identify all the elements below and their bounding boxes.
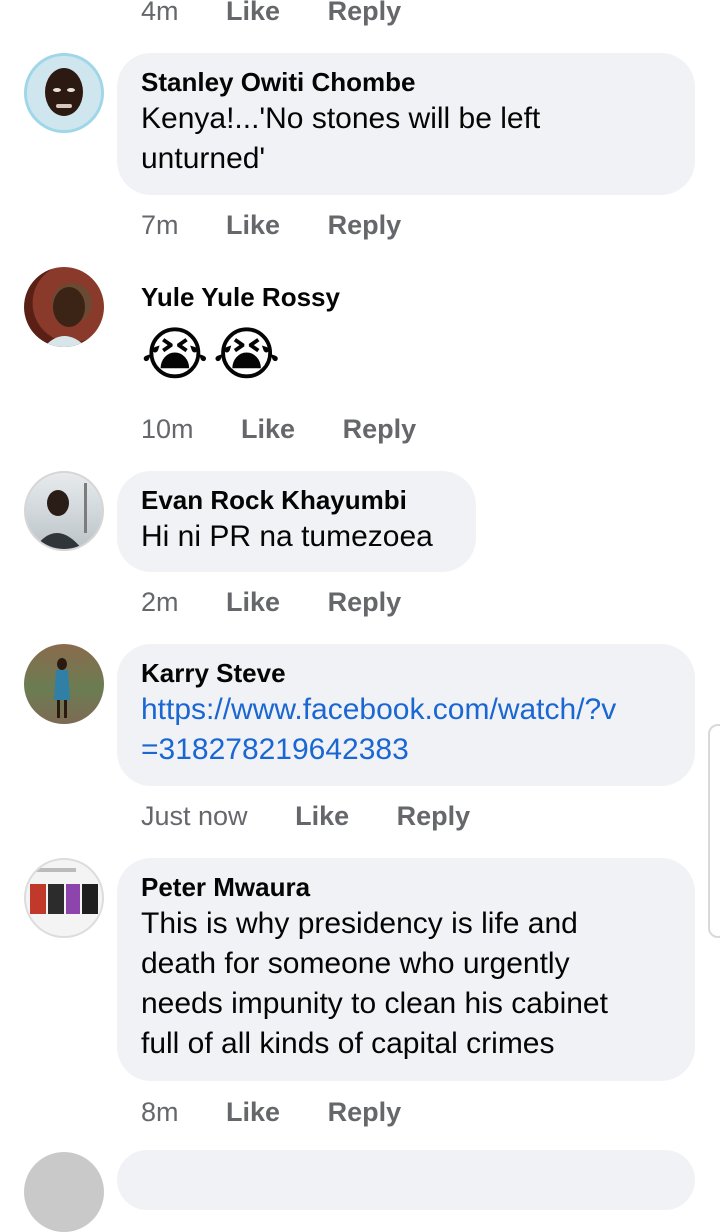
comment-time: 2m: [141, 587, 179, 617]
avatar[interactable]: [24, 471, 104, 551]
reply-button[interactable]: Reply: [343, 412, 417, 446]
reply-button[interactable]: Reply: [328, 0, 402, 28]
collage-photo-icon: [30, 868, 98, 914]
comment-time: 7m: [141, 210, 179, 240]
comment-time: 8m: [141, 1097, 179, 1127]
scrollbar-handle[interactable]: [708, 724, 720, 938]
commenter-name[interactable]: Yule Yule Rossy: [141, 282, 340, 312]
comment-bubble: Peter Mwaura This is why presidency is l…: [117, 858, 695, 1081]
comment-line: unturned': [141, 142, 266, 175]
comment-link[interactable]: https://www.facebook.com/watch/?v =31827…: [141, 690, 671, 770]
person-photo-icon: [45, 68, 83, 116]
commenter-name[interactable]: Peter Mwaura: [141, 872, 671, 902]
comment-bubble: Stanley Owiti Chombe Kenya!...'No stones…: [117, 53, 695, 195]
commenter-name[interactable]: Evan Rock Khayumbi: [141, 485, 452, 515]
like-button[interactable]: Like: [226, 1095, 280, 1129]
comment-line: Kenya!...'No stones will be left: [141, 102, 541, 135]
link-line[interactable]: https://www.facebook.com/watch/?v: [141, 690, 671, 730]
avatar[interactable]: [24, 53, 104, 133]
comment-line: Hi ni PR na tumezoea: [141, 520, 433, 553]
comment-bubble: Karry Steve https://www.facebook.com/wat…: [117, 644, 695, 786]
person-photo-icon: [44, 287, 86, 347]
commenter-name[interactable]: Stanley Owiti Chombe: [141, 67, 671, 97]
person-photo-icon: [54, 658, 70, 718]
comment-actions: Just now Like Reply: [141, 799, 470, 833]
like-button[interactable]: Like: [241, 412, 295, 446]
reply-button[interactable]: Reply: [397, 799, 471, 833]
link-line[interactable]: =318278219642383: [141, 730, 671, 770]
crying-face-emoji: 😭😭: [141, 322, 285, 387]
comment-time: Just now: [141, 801, 248, 831]
comment-bubble: Evan Rock Khayumbi Hi ni PR na tumezoea: [117, 471, 476, 572]
comment-actions: 10m Like Reply: [141, 412, 416, 446]
comment-actions: 8m Like Reply: [141, 1095, 401, 1129]
avatar[interactable]: [24, 1152, 104, 1232]
comment-line: needs impunity to clean his cabinet: [141, 987, 608, 1020]
avatar[interactable]: [24, 858, 104, 938]
comment-actions: 2m Like Reply: [141, 585, 401, 619]
person-photo-icon: [34, 483, 87, 549]
comment-text: This is why presidency is life and death…: [141, 904, 671, 1064]
comment-actions: 4m Like Reply: [141, 0, 401, 28]
avatar[interactable]: [24, 644, 104, 724]
comment-bubble: [117, 1150, 695, 1210]
reply-button[interactable]: Reply: [328, 585, 402, 619]
comment-time: 10m: [141, 414, 194, 444]
like-button[interactable]: Like: [226, 0, 280, 28]
comment-content: Yule Yule Rossy 😭😭: [141, 282, 340, 390]
comment-text: Hi ni PR na tumezoea: [141, 517, 452, 557]
like-button[interactable]: Like: [226, 585, 280, 619]
avatar[interactable]: [24, 267, 104, 347]
comment-line: full of all kinds of capital crimes: [141, 1027, 555, 1060]
reply-button[interactable]: Reply: [328, 208, 402, 242]
comment-line: death for someone who urgently: [141, 947, 570, 980]
like-button[interactable]: Like: [295, 799, 349, 833]
comment-actions: 7m Like Reply: [141, 208, 401, 242]
reply-button[interactable]: Reply: [328, 1095, 402, 1129]
comment-line: This is why presidency is life and: [141, 907, 578, 940]
like-button[interactable]: Like: [226, 208, 280, 242]
comment-text: Kenya!...'No stones will be left unturne…: [141, 99, 671, 179]
commenter-name[interactable]: Karry Steve: [141, 658, 671, 688]
comment-time: 4m: [141, 0, 179, 26]
